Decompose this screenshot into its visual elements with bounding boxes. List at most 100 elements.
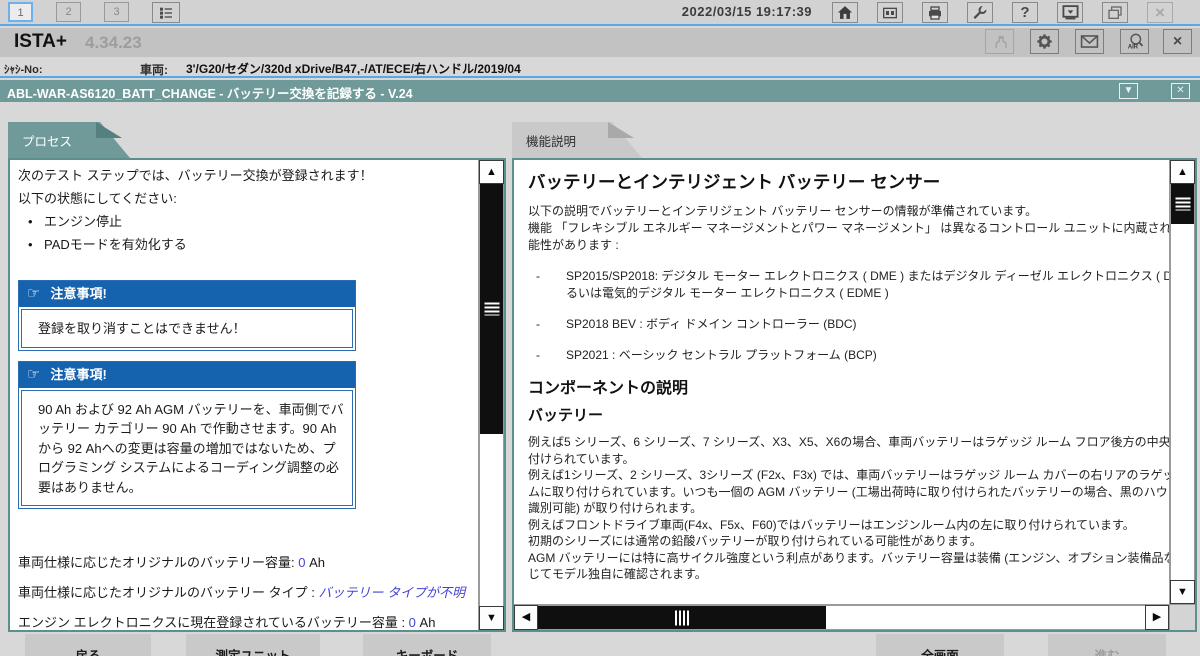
notice-title: 注意事項! bbox=[50, 286, 106, 301]
description-para1-line2: 機能 「フレキシブル エネルギー マネージメントとパワー マネージメント」 は異… bbox=[528, 220, 1169, 237]
battery-capacity-original: 車両仕様に応じたオリジナルのバッテリー容量: 0 Ah bbox=[18, 553, 470, 573]
session-list-button[interactable] bbox=[152, 2, 180, 23]
notice-box-1: ☞ 注意事項! 登録を取り消すことはできません！ bbox=[18, 280, 356, 351]
close-icon: × bbox=[1173, 34, 1182, 50]
tab-process-label: プロセス bbox=[22, 131, 72, 150]
close-session-button[interactable]: × bbox=[1163, 29, 1192, 54]
service-functions-button[interactable] bbox=[967, 2, 993, 23]
home-icon bbox=[836, 4, 854, 21]
sp-list-item-2: - SP2018 BEV : ボディ ドメイン コントローラー (BDC) bbox=[536, 316, 1169, 333]
process-vertical-scrollbar[interactable]: ▲ ▼ bbox=[478, 160, 504, 630]
app-version: 4.34.23 bbox=[85, 33, 142, 53]
components-heading: コンポーネントの説明 bbox=[528, 380, 1169, 397]
list-icon bbox=[157, 5, 175, 21]
back-button[interactable]: 戻る bbox=[25, 634, 151, 656]
scroll-grip bbox=[484, 303, 499, 316]
battery-para-line: 識別可能) が取り付けられます。 bbox=[528, 500, 1169, 517]
process-intro: 次のテスト ステップでは、バッテリー交換が登録されます！ bbox=[18, 166, 470, 185]
air-search-icon: AIR bbox=[1125, 32, 1145, 51]
scroll-thumb[interactable] bbox=[1171, 184, 1194, 224]
battery-type-link[interactable]: バッテリー タイプが不明 bbox=[318, 585, 465, 600]
printer-icon bbox=[926, 5, 944, 21]
scroll-down-button[interactable]: ▼ bbox=[1170, 580, 1195, 604]
battery-type-original: 車両仕様に応じたオリジナルのバッテリー タイプ : バッテリー タイプが不明 bbox=[18, 583, 470, 603]
window-restore-icon bbox=[1106, 5, 1124, 21]
notice-body: 登録を取り消すことはできません！ bbox=[22, 310, 352, 347]
battery-para-line: 例えば5 シリーズ、6 シリーズ、7 シリーズ、X3、X5、X6の場合、車両バッ… bbox=[528, 434, 1169, 451]
battery-para-line: 付けられています。 bbox=[528, 451, 1169, 468]
test-module-title-bar: ABL-WAR-AS6120_BATT_CHANGE - バッテリー交換を記録す… bbox=[0, 80, 1200, 102]
minimize-icon[interactable]: ▼ bbox=[1119, 83, 1138, 99]
scroll-track[interactable] bbox=[538, 605, 1145, 630]
notice-body: 90 Ah および 92 Ah AGM バッテリーを、車両側でバッテリー カテゴ… bbox=[22, 391, 352, 506]
fullscreen-button[interactable]: 全画面 bbox=[876, 634, 1004, 656]
print-button[interactable] bbox=[922, 2, 948, 23]
session-tab-3[interactable]: 3 bbox=[104, 2, 129, 22]
scroll-grip bbox=[1175, 198, 1190, 211]
tab-process[interactable]: プロセス bbox=[8, 122, 130, 158]
forward-button[interactable]: 進む bbox=[1048, 634, 1166, 656]
battery-para-line: 例えばフロントドライブ車両(F4x、F5x、F60)ではバッテリーはエンジンルー… bbox=[528, 517, 1169, 534]
session-tab-2[interactable]: 2 bbox=[56, 2, 81, 22]
test-module-title: ABL-WAR-AS6120_BATT_CHANGE - バッテリー交換を記録す… bbox=[7, 83, 413, 102]
chassis-number-label: ｼｬｼ-No: bbox=[4, 61, 43, 77]
registered-capacity-value: 0 bbox=[409, 615, 416, 630]
connector-button[interactable] bbox=[985, 29, 1014, 54]
notice-box-2: ☞注意事項! 90 Ah および 92 Ah AGM バッテリーを、車両側でバッ… bbox=[18, 361, 356, 510]
description-vertical-scrollbar[interactable]: ▲ ▼ bbox=[1169, 160, 1195, 604]
scroll-left-button[interactable]: ◀ bbox=[514, 605, 538, 630]
close-icon: × bbox=[1155, 4, 1165, 21]
settings-button[interactable] bbox=[1030, 29, 1059, 54]
keyboard-button[interactable]: キーボード bbox=[363, 634, 491, 656]
description-horizontal-scrollbar[interactable]: ◀ ▶ bbox=[514, 604, 1169, 630]
close-app-button[interactable]: × bbox=[1147, 2, 1173, 23]
mail-icon bbox=[1080, 34, 1099, 49]
notice-header: ☞注意事項! bbox=[19, 362, 355, 388]
battery-para-line: 初期のシリーズには通常の鉛酸バッテリーが取り付けられている可能性があります。 bbox=[528, 533, 1169, 550]
documents-icon bbox=[881, 5, 899, 21]
scroll-thumb[interactable] bbox=[480, 184, 503, 434]
tab-function-description[interactable]: 機能説明 bbox=[512, 122, 642, 158]
scroll-down-button[interactable]: ▼ bbox=[479, 606, 504, 630]
help-button[interactable]: ? bbox=[1012, 2, 1038, 23]
close-icon[interactable]: ✕ bbox=[1171, 83, 1190, 99]
session-tab-1[interactable]: 1 bbox=[8, 2, 33, 22]
wrench-icon bbox=[971, 4, 989, 21]
app-name: ISTA+ bbox=[14, 31, 67, 53]
fullscreen-toggle-icon bbox=[1061, 4, 1080, 21]
pointing-hand-icon: ☞ bbox=[27, 285, 40, 302]
sp-list-item-3: - SP2021 : ベーシック セントラル プラットフォーム (BCP) bbox=[536, 347, 1169, 364]
process-content: 次のテスト ステップでは、バッテリー交換が登録されます！ 以下の状態にしてくださ… bbox=[10, 160, 478, 630]
process-bullet-1: •エンジン停止 bbox=[28, 212, 470, 231]
function-description-content: バッテリーとインテリジェント バッテリー センサー 以下の説明でバッテリーとイン… bbox=[514, 160, 1169, 604]
battery-para-line: 例えば1シリーズ、2 シリーズ、3シリーズ (F2x、F3x) では、車両バッテ… bbox=[528, 467, 1169, 484]
battery-subheading: バッテリー bbox=[528, 407, 1169, 424]
scroll-track[interactable] bbox=[479, 184, 504, 606]
help-icon: ? bbox=[1020, 4, 1029, 21]
datetime-display: 2022/03/15 19:17:39 bbox=[682, 4, 812, 19]
tab-function-description-label: 機能説明 bbox=[526, 131, 576, 150]
measuring-unit-button[interactable]: 測定ユニット bbox=[186, 634, 320, 656]
scroll-thumb[interactable] bbox=[538, 606, 826, 629]
description-heading: バッテリーとインテリジェント バッテリー センサー bbox=[528, 174, 1169, 191]
sp-list-item-1: - SP2015/SP2018: デジタル モーター エレクトロニクス ( DM… bbox=[536, 268, 1169, 302]
description-para1-line1: 以下の説明でバッテリーとインテリジェント バッテリー センサーの情報が準備されて… bbox=[528, 203, 1169, 220]
battery-para-line: AGM バッテリーには特に高サイクル強度という利点があります。バッテリー容量は装… bbox=[528, 550, 1169, 567]
mail-button[interactable] bbox=[1075, 29, 1104, 54]
scroll-track[interactable] bbox=[1170, 184, 1195, 580]
process-panel: 次のテスト ステップでは、バッテリー交換が登録されます！ 以下の状態にしてくださ… bbox=[8, 158, 506, 632]
documents-button[interactable] bbox=[877, 2, 903, 23]
home-button[interactable] bbox=[832, 2, 858, 23]
scroll-up-button[interactable]: ▲ bbox=[1170, 160, 1195, 184]
window-restore-button[interactable] bbox=[1102, 2, 1128, 23]
vehicle-spec-value: 3'/G20/セダン/320d xDrive/B47,-/AT/ECE/右ハンド… bbox=[186, 60, 521, 77]
top-toolbar: 1 2 3 2022/03/15 19:17:39 ? bbox=[0, 0, 1200, 26]
scroll-right-button[interactable]: ▶ bbox=[1145, 605, 1169, 630]
scroll-up-button[interactable]: ▲ bbox=[479, 160, 504, 184]
fullscreen-toggle-button[interactable] bbox=[1057, 2, 1083, 23]
vehicle-label: 車両: bbox=[140, 61, 168, 78]
battery-para-line: じてモデル独自に確認されます。 bbox=[528, 566, 1169, 583]
battery-para-line: ムに取り付けられています。いつも一個の AGM バッテリー (工場出荷時に取り付… bbox=[528, 484, 1169, 501]
function-description-panel: バッテリーとインテリジェント バッテリー センサー 以下の説明でバッテリーとイン… bbox=[512, 158, 1197, 632]
air-search-button[interactable]: AIR bbox=[1120, 29, 1149, 54]
